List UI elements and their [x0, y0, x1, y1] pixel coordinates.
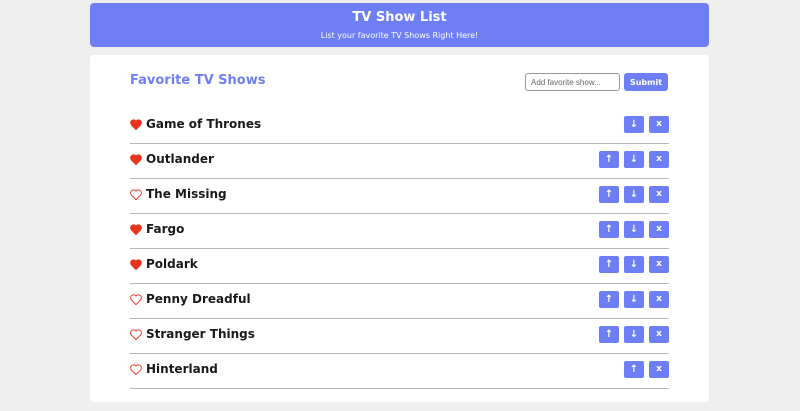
remove-button[interactable]: x — [649, 186, 669, 203]
move-up-button[interactable]: ↑ — [599, 221, 619, 238]
move-up-button[interactable]: ↑ — [599, 291, 619, 308]
remove-button[interactable]: x — [649, 291, 669, 308]
show-actions: ↑ ↓ x — [594, 151, 669, 168]
move-down-button[interactable]: ↓ — [624, 186, 644, 203]
move-down-button[interactable]: ↓ — [624, 221, 644, 238]
show-actions: ↑ ↓ x — [594, 326, 669, 343]
add-show-input[interactable] — [525, 73, 620, 91]
app-subtitle: List your favorite TV Shows Right Here! — [320, 31, 479, 40]
heart-filled-icon[interactable] — [130, 119, 142, 131]
add-show-form: Submit — [525, 73, 668, 91]
heart-outline-icon[interactable] — [130, 329, 142, 341]
show-row: Stranger Things ↑ ↓ x — [130, 319, 669, 354]
show-list: Game of Thrones ↓ x Outlander ↑ ↓ x The Missing… — [130, 109, 669, 389]
move-up-button[interactable]: ↑ — [599, 186, 619, 203]
show-actions: ↑ ↓ x — [594, 221, 669, 238]
heart-outline-icon[interactable] — [130, 364, 142, 376]
remove-button[interactable]: x — [649, 326, 669, 343]
heart-filled-icon[interactable] — [130, 259, 142, 271]
heart-outline-icon[interactable] — [130, 294, 142, 306]
show-actions: ↑ ↓ x — [594, 186, 669, 203]
show-actions: ↓ x — [619, 116, 669, 133]
show-actions: ↑ ↓ x — [594, 256, 669, 273]
move-up-button[interactable]: ↑ — [599, 326, 619, 343]
heart-filled-icon[interactable] — [130, 154, 142, 166]
show-actions: ↑ x — [619, 361, 669, 378]
remove-button[interactable]: x — [649, 256, 669, 273]
submit-button[interactable]: Submit — [624, 73, 668, 91]
show-row: The Missing ↑ ↓ x — [130, 179, 669, 214]
remove-button[interactable]: x — [649, 361, 669, 378]
move-down-button[interactable]: ↓ — [624, 291, 644, 308]
remove-button[interactable]: x — [649, 151, 669, 168]
show-name: Outlander — [146, 152, 214, 166]
show-row: Penny Dreadful ↑ ↓ x — [130, 284, 669, 319]
move-down-button[interactable]: ↓ — [624, 151, 644, 168]
remove-button[interactable]: x — [649, 116, 669, 133]
show-list-card: Favorite TV Shows Submit Game of Thrones… — [90, 55, 709, 402]
show-row: Hinterland ↑ x — [130, 354, 669, 389]
show-name: Fargo — [146, 222, 185, 236]
show-row: Fargo ↑ ↓ x — [130, 214, 669, 249]
move-up-button[interactable]: ↑ — [599, 256, 619, 273]
list-title: Favorite TV Shows — [130, 73, 266, 88]
show-name: Poldark — [146, 257, 198, 271]
show-row: Outlander ↑ ↓ x — [130, 144, 669, 179]
show-actions: ↑ ↓ x — [594, 291, 669, 308]
move-down-button[interactable]: ↓ — [624, 256, 644, 273]
show-name: Penny Dreadful — [146, 292, 251, 306]
remove-button[interactable]: x — [649, 221, 669, 238]
show-name: Stranger Things — [146, 327, 255, 341]
app-title: TV Show List — [352, 10, 447, 25]
heart-outline-icon[interactable] — [130, 189, 142, 201]
move-up-button[interactable]: ↑ — [624, 361, 644, 378]
move-down-button[interactable]: ↓ — [624, 326, 644, 343]
app-header: TV Show List List your favorite TV Shows… — [90, 3, 709, 47]
show-name: Hinterland — [146, 362, 218, 376]
show-row: Game of Thrones ↓ x — [130, 109, 669, 144]
move-down-button[interactable]: ↓ — [624, 116, 644, 133]
show-name: Game of Thrones — [146, 117, 262, 131]
move-up-button[interactable]: ↑ — [599, 151, 619, 168]
show-name: The Missing — [146, 187, 227, 201]
heart-filled-icon[interactable] — [130, 224, 142, 236]
show-row: Poldark ↑ ↓ x — [130, 249, 669, 284]
